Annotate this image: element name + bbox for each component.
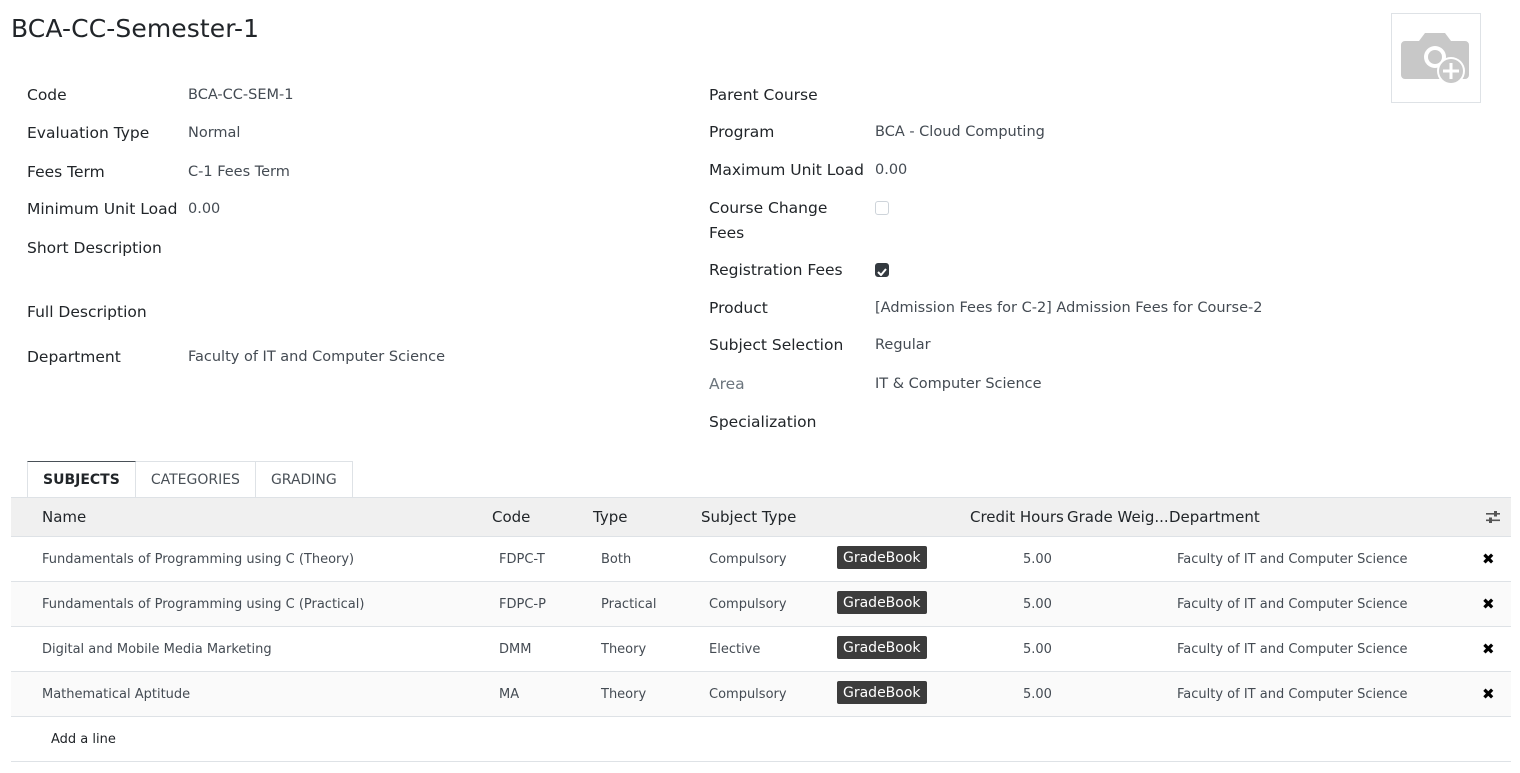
table-row[interactable]: Mathematical Aptitude MA Theory Compulso… bbox=[11, 672, 1511, 717]
credit-hours: 5.00 bbox=[1023, 641, 1052, 657]
sliders-icon[interactable] bbox=[1485, 498, 1501, 536]
min-unit-load-label: Minimum Unit Load bbox=[27, 200, 178, 218]
gradebook-button[interactable]: GradeBook bbox=[837, 546, 927, 569]
add-line-link[interactable]: Add a line bbox=[51, 717, 116, 761]
subject-department: Faculty of IT and Computer Science bbox=[1177, 596, 1408, 612]
min-unit-load-value[interactable]: 0.00 bbox=[188, 201, 220, 217]
camera-plus-icon bbox=[1401, 25, 1471, 91]
header-subject-type[interactable]: Subject Type bbox=[701, 498, 796, 536]
subject-code: FDPC-P bbox=[499, 596, 546, 612]
gradebook-button[interactable]: GradeBook bbox=[837, 681, 927, 704]
area-label: Area bbox=[709, 375, 745, 393]
header-credit-hours[interactable]: Credit Hours bbox=[970, 498, 1064, 536]
subject-category: Compulsory bbox=[709, 686, 787, 702]
program-value[interactable]: BCA - Cloud Computing bbox=[875, 124, 1045, 140]
course-change-fees-checkbox[interactable] bbox=[875, 201, 889, 215]
subject-selection-label: Subject Selection bbox=[709, 336, 844, 354]
delete-row-icon[interactable]: ✖ bbox=[1482, 582, 1495, 626]
subject-type-cell: Practical bbox=[601, 596, 657, 612]
subject-code: FDPC-T bbox=[499, 551, 545, 567]
subject-department: Faculty of IT and Computer Science bbox=[1177, 641, 1408, 657]
gradebook-button[interactable]: GradeBook bbox=[837, 591, 927, 614]
table-row[interactable]: Digital and Mobile Media Marketing DMM T… bbox=[11, 627, 1511, 672]
header-code[interactable]: Code bbox=[492, 498, 530, 536]
program-label: Program bbox=[709, 123, 775, 141]
tab-subjects[interactable]: SUBJECTS bbox=[27, 461, 136, 498]
subject-category: Elective bbox=[709, 641, 761, 657]
table-row[interactable]: Fundamentals of Programming using C (Pra… bbox=[11, 582, 1511, 627]
tab-grading[interactable]: GRADING bbox=[255, 461, 353, 498]
course-change-fees-label: Course Change bbox=[709, 199, 828, 217]
header-grade-weight[interactable]: Grade Weig... bbox=[1067, 498, 1169, 536]
subject-name: Fundamentals of Programming using C (Pra… bbox=[42, 596, 365, 612]
fees-term-label: Fees Term bbox=[27, 163, 105, 181]
header-name[interactable]: Name bbox=[42, 498, 86, 536]
header-type[interactable]: Type bbox=[593, 498, 627, 536]
tab-categories[interactable]: CATEGORIES bbox=[135, 461, 256, 498]
subject-category: Compulsory bbox=[709, 551, 787, 567]
gradebook-button[interactable]: GradeBook bbox=[837, 636, 927, 659]
product-value[interactable]: [Admission Fees for C-2] Admission Fees … bbox=[875, 300, 1262, 316]
area-value[interactable]: IT & Computer Science bbox=[875, 376, 1042, 392]
credit-hours: 5.00 bbox=[1023, 686, 1052, 702]
subject-name: Fundamentals of Programming using C (The… bbox=[42, 551, 355, 567]
subject-selection-value[interactable]: Regular bbox=[875, 337, 931, 353]
subject-type-cell: Both bbox=[601, 551, 632, 567]
registration-fees-checkbox[interactable] bbox=[875, 263, 889, 277]
page-title: BCA-CC-Semester-1 bbox=[11, 14, 260, 43]
department-value[interactable]: Faculty of IT and Computer Science bbox=[188, 349, 445, 365]
product-label: Product bbox=[709, 299, 768, 317]
credit-hours: 5.00 bbox=[1023, 551, 1052, 567]
fees-term-value[interactable]: C-1 Fees Term bbox=[188, 164, 290, 180]
subject-type-cell: Theory bbox=[601, 641, 647, 657]
subject-category: Compulsory bbox=[709, 596, 787, 612]
image-upload[interactable] bbox=[1391, 13, 1481, 103]
notebook-tabs: SUBJECTS CATEGORIES GRADING bbox=[27, 461, 353, 498]
parent-course-label: Parent Course bbox=[709, 86, 818, 104]
subjects-table: Name Code Type Subject Type Credit Hours… bbox=[11, 497, 1511, 762]
subject-name: Mathematical Aptitude bbox=[42, 686, 191, 702]
subject-code: DMM bbox=[499, 641, 532, 657]
table-header: Name Code Type Subject Type Credit Hours… bbox=[11, 497, 1511, 537]
delete-row-icon[interactable]: ✖ bbox=[1482, 672, 1495, 716]
registration-fees-label: Registration Fees bbox=[709, 261, 843, 279]
full-description-label: Full Description bbox=[27, 303, 147, 321]
subject-department: Faculty of IT and Computer Science bbox=[1177, 551, 1408, 567]
course-change-fees-label-line2: Fees bbox=[709, 224, 745, 242]
evaluation-type-value[interactable]: Normal bbox=[188, 125, 240, 141]
subject-code: MA bbox=[499, 686, 520, 702]
header-department[interactable]: Department bbox=[1169, 498, 1260, 536]
short-description-label: Short Description bbox=[27, 239, 162, 257]
max-unit-load-value[interactable]: 0.00 bbox=[875, 162, 907, 178]
specialization-label: Specialization bbox=[709, 413, 817, 431]
table-row[interactable]: Fundamentals of Programming using C (The… bbox=[11, 537, 1511, 582]
credit-hours: 5.00 bbox=[1023, 596, 1052, 612]
department-label: Department bbox=[27, 348, 121, 366]
code-label: Code bbox=[27, 86, 67, 104]
subject-name: Digital and Mobile Media Marketing bbox=[42, 641, 272, 657]
check-icon bbox=[877, 261, 887, 280]
delete-row-icon[interactable]: ✖ bbox=[1482, 627, 1495, 671]
evaluation-type-label: Evaluation Type bbox=[27, 124, 150, 142]
delete-row-icon[interactable]: ✖ bbox=[1482, 537, 1495, 581]
subject-department: Faculty of IT and Computer Science bbox=[1177, 686, 1408, 702]
code-value[interactable]: BCA-CC-SEM-1 bbox=[188, 87, 293, 103]
max-unit-load-label: Maximum Unit Load bbox=[709, 161, 864, 179]
add-line-row: Add a line bbox=[11, 717, 1511, 762]
subject-type-cell: Theory bbox=[601, 686, 647, 702]
